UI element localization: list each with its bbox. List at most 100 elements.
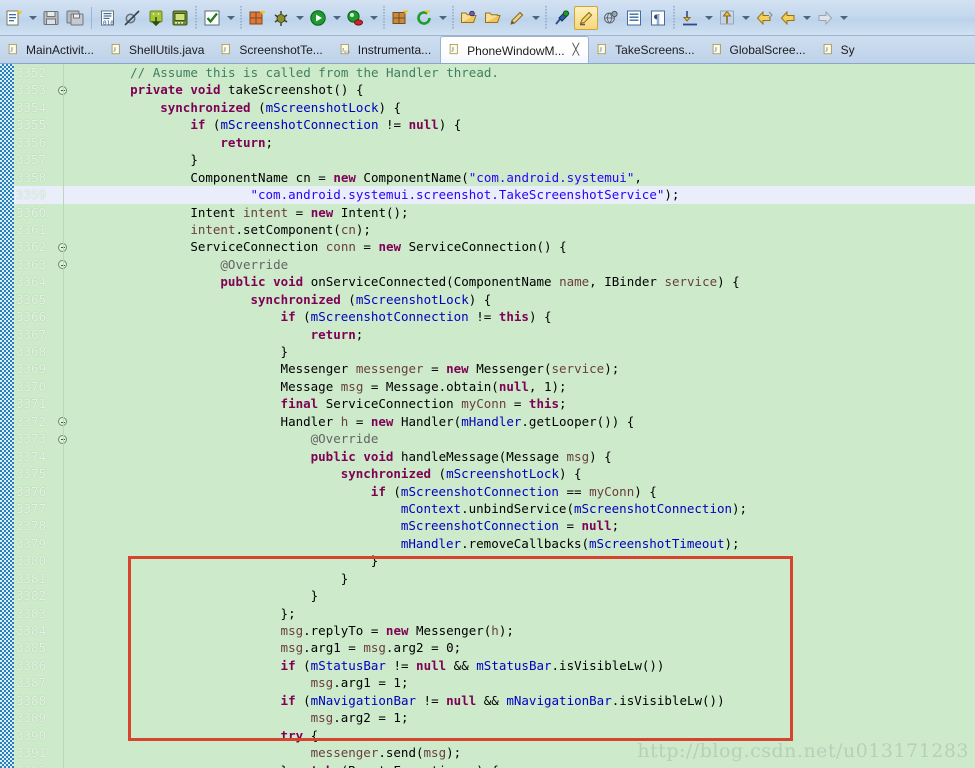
toolbar-open-resource-button[interactable]	[481, 6, 505, 30]
code-line[interactable]: 3372 Handler h = new Handler(mHandler.get…	[0, 413, 975, 430]
toolbar-forward-history-button[interactable]	[813, 6, 837, 30]
code-line[interactable]: 3362 ServiceConnection conn = new Service…	[0, 238, 975, 255]
code-line[interactable]: 3392} catch (RemoteException e) {	[0, 762, 975, 768]
editor-tab-3[interactable]: J 010 Instrumenta...	[332, 37, 440, 63]
code-line[interactable]: 3385 msg.arg1 = msg.arg2 = 0;	[0, 639, 975, 656]
toolbar-debug-button[interactable]	[269, 6, 293, 30]
toolbar-step-into-button[interactable]	[678, 6, 702, 30]
code-line[interactable]: 3369 Messenger messenger = new Messenger(…	[0, 360, 975, 377]
annotation-ruler[interactable]	[0, 64, 14, 768]
editor-tab-6[interactable]: J GlobalScree...	[704, 37, 815, 63]
code-line[interactable]: 3360 Intent intent = new Intent();	[0, 204, 975, 221]
code-line[interactable]: 3357}	[0, 151, 975, 168]
toolbar-step-return-dropdown[interactable]	[739, 6, 752, 30]
code-line[interactable]: 3363 @Override	[0, 256, 975, 273]
toolbar-highlight-toggle-button[interactable]	[574, 5, 598, 30]
toolbar-new-wizard-dropdown[interactable]	[26, 6, 39, 30]
code-line[interactable]: 3379 mHandler.removeCallbacks(mScreenshot…	[0, 535, 975, 552]
toolbar-debug-dropdown[interactable]	[293, 6, 306, 30]
toolbar-dotted-separator	[452, 5, 454, 30]
code-line[interactable]: 3386 if (mStatusBar != null && mStatusBar…	[0, 657, 975, 674]
code-line[interactable]: 3382}	[0, 587, 975, 604]
toolbar-next-annotation-button[interactable]	[550, 6, 574, 30]
editor-tab-1[interactable]: J ShellUtils.java	[103, 37, 213, 63]
toolbar-run-last-tool-button[interactable]	[200, 6, 224, 30]
line-number: 3381	[16, 570, 47, 586]
toolbar-back-history-button[interactable]	[752, 6, 776, 30]
code-line[interactable]: 3354 synchronized (mScreenshotLock) {	[0, 99, 975, 116]
toolbar-forward-history-dropdown[interactable]	[837, 6, 850, 30]
toolbar-toggle-binary-button[interactable]: 010	[96, 6, 120, 30]
code-line[interactable]: 3376 if (mScreenshotConnection == myConn)…	[0, 483, 975, 500]
toolbar-avd-manager-button[interactable]	[168, 6, 192, 30]
toolbar-previous-edit-button[interactable]	[776, 6, 800, 30]
toolbar-run-coverage-button[interactable]	[343, 6, 367, 30]
toolbar-run-button[interactable]	[306, 6, 330, 30]
toolbar-new-java-package-button[interactable]	[388, 6, 412, 30]
code-line[interactable]: 3356 return;	[0, 134, 975, 151]
toolbar-show-whitespace-button[interactable]: ¶	[646, 6, 670, 30]
code-line[interactable]: 3352 // Assume this is called from the Ha…	[0, 64, 975, 81]
toolbar-run-coverage-dropdown[interactable]	[367, 6, 380, 30]
code-line[interactable]: 3389 msg.arg2 = 1;	[0, 709, 975, 726]
toolbar-save-button[interactable]	[39, 6, 63, 30]
code-text: }	[370, 553, 379, 569]
editor-tab-0[interactable]: J MainActivit...	[0, 37, 103, 63]
editor-tab-7[interactable]: J Sy	[815, 37, 864, 63]
line-number: 3366	[16, 309, 47, 325]
code-line[interactable]: 3381}	[0, 570, 975, 587]
line-number: 3392	[16, 762, 58, 768]
code-line[interactable]: 3371 final ServiceConnection myConn = thi…	[0, 395, 975, 412]
line-number: 3383	[16, 605, 47, 621]
editor-tab-4[interactable]: J PhoneWindowM... ╳	[440, 36, 590, 63]
code-line[interactable]: 3365 synchronized (mScreenshotLock) {	[0, 291, 975, 308]
toolbar-previous-edit-dropdown[interactable]	[800, 6, 813, 30]
code-line[interactable]: 3364 public void onServiceConnected(Compo…	[0, 273, 975, 290]
code-line[interactable]: 3368}	[0, 343, 975, 360]
toolbar-refresh-update-dropdown[interactable]	[436, 6, 449, 30]
android-import-icon	[147, 9, 165, 27]
highlighter-icon	[577, 9, 595, 27]
toolbar-run-last-tool-dropdown[interactable]	[224, 6, 237, 30]
editor-tab-5[interactable]: J TakeScreens...	[589, 37, 703, 63]
code-line[interactable]: 3380}	[0, 552, 975, 569]
code-line[interactable]: 3374 public void handleMessage(Message ms…	[0, 448, 975, 465]
toolbar-search-quickfix-button[interactable]	[505, 6, 529, 30]
toolbar-link-editor-button[interactable]	[598, 6, 622, 30]
new-package-icon	[391, 9, 409, 27]
code-line[interactable]: 3375 synchronized (mScreenshotLock) {	[0, 465, 975, 482]
toolbar-step-return-button[interactable]	[715, 6, 739, 30]
code-line[interactable]: 3384 msg.replyTo = new Messenger(h);	[0, 622, 975, 639]
code-line[interactable]: 3353 private void takeScreenshot() {	[0, 81, 975, 98]
code-line[interactable]: 3370 Message msg = Message.obtain(null, 1…	[0, 378, 975, 395]
toolbar-search-quickfix-dropdown[interactable]	[529, 6, 542, 30]
toolbar-run-dropdown[interactable]	[330, 6, 343, 30]
editor-tab-2[interactable]: J ScreenshotTe...	[213, 37, 331, 63]
toolbar-save-all-button[interactable]	[63, 6, 87, 30]
toolbar-new-wizard-button[interactable]	[2, 6, 26, 30]
close-icon[interactable]: ╳	[573, 45, 580, 56]
code-line[interactable]: 3373 @Override	[0, 430, 975, 447]
toolbar-toggle-breakpoint-button[interactable]	[120, 6, 144, 30]
toolbar-import-android-button[interactable]	[144, 6, 168, 30]
code-line[interactable]: 3361 intent.setComponent(cn);	[0, 221, 975, 238]
code-line[interactable]: 3358 ComponentName cn = new ComponentName…	[0, 169, 975, 186]
code-line[interactable]: 3378 mScreenshotConnection = null;	[0, 517, 975, 534]
code-line[interactable]: 3366 if (mScreenshotConnection != this) {	[0, 308, 975, 325]
code-line[interactable]: 3377 mContext.unbindService(mScreenshotCo…	[0, 500, 975, 517]
toolbar-refresh-update-button[interactable]	[412, 6, 436, 30]
toolbar-step-into-dropdown[interactable]	[702, 6, 715, 30]
code-line[interactable]: 3355 if (mScreenshotConnection != null) {	[0, 116, 975, 133]
toolbar-show-whitespace-block-button[interactable]	[622, 6, 646, 30]
code-text: if (mScreenshotConnection == myConn) {	[370, 483, 657, 499]
code-editor[interactable]: 3352 // Assume this is called from the Ha…	[0, 64, 975, 768]
eclipse-window: 010 ¶ J MainActivit... J ShellUtils.java J Scr…	[0, 0, 975, 768]
code-line[interactable]: 3383};	[0, 605, 975, 622]
chevron-down-icon	[704, 15, 713, 20]
toolbar-open-type-button[interactable]	[457, 6, 481, 30]
code-line[interactable]: 3388 if (mNavigationBar != null && mNavig…	[0, 692, 975, 709]
code-line[interactable]: 3359 "com.android.systemui.screenshot.Tak…	[0, 186, 975, 204]
toolbar-new-android-project-button[interactable]	[245, 6, 269, 30]
code-line[interactable]: 3367 return;	[0, 326, 975, 343]
code-line[interactable]: 3387 msg.arg1 = 1;	[0, 674, 975, 691]
